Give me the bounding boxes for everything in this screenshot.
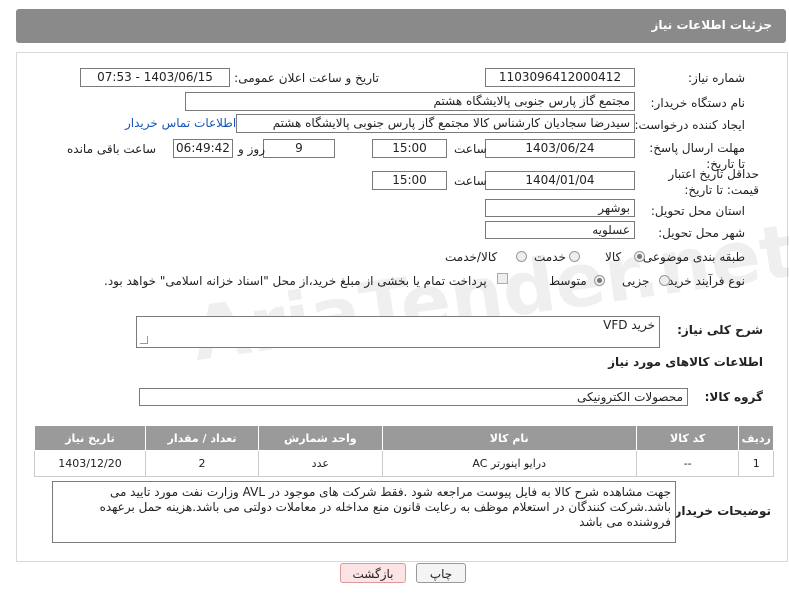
- goods-group-label: گروه کالا:: [704, 390, 763, 404]
- col-header-goods-code: کد کالا: [635, 425, 740, 451]
- province-field: بوشهر: [485, 199, 635, 217]
- buyer-contact-link[interactable]: اطلاعات تماس خریدار: [125, 116, 236, 130]
- treasury-payment-checkbox[interactable]: [497, 273, 508, 284]
- cell-unit: عدد: [258, 450, 383, 477]
- print-button[interactable]: چاپ: [416, 563, 466, 583]
- category-goods-radio[interactable]: [634, 251, 645, 262]
- process-label: نوع فرآیند خرید :: [660, 274, 745, 288]
- description-field: خرید VFD: [136, 316, 660, 348]
- reply-time-field: 15:00: [372, 139, 447, 158]
- process-minor-label: جزیی: [622, 274, 650, 288]
- announce-field: 1403/06/15 - 07:53: [80, 68, 230, 87]
- reply-date-field: 1403/06/24: [485, 139, 635, 158]
- table-row: 1 -- درایو اینورتر AC عدد 2 1403/12/20: [34, 450, 774, 477]
- cell-quantity: 2: [144, 450, 260, 477]
- col-header-row-number: ردیف: [738, 425, 774, 451]
- cell-need-date: 1403/12/20: [34, 450, 146, 477]
- back-button[interactable]: بازگشت: [340, 563, 406, 583]
- cell-goods-code: --: [635, 450, 740, 477]
- city-label: شهر محل تحویل:: [658, 226, 745, 240]
- remaining-time-field: 06:49:42: [173, 139, 233, 158]
- process-medium-label: متوسط: [549, 274, 587, 288]
- process-medium-radio[interactable]: [594, 275, 605, 286]
- creator-label: ایجاد کننده درخواست:: [634, 118, 745, 132]
- days-field: 9: [263, 139, 335, 158]
- price-validity-label: حداقل تاریخ اعتبار قیمت: تا تاریخ:: [668, 167, 759, 197]
- need-number-field: 1103096412000412: [485, 68, 635, 87]
- category-both-radio[interactable]: [516, 251, 527, 262]
- category-label: طبقه بندی موضوعی:: [638, 250, 745, 264]
- city-field: عسلویه: [485, 221, 635, 239]
- category-both-label: کالا/خدمت: [445, 250, 498, 264]
- buyer-org-field: مجتمع گاز پارس جنوبی پالایشگاه هشتم: [185, 92, 635, 111]
- price-time-label: ساعت: [454, 174, 487, 188]
- resize-handle[interactable]: [140, 336, 148, 344]
- description-text: خرید VFD: [603, 318, 655, 332]
- buyer-notes-text: جهت مشاهده شرح کالا به فایل پیوست مراجعه…: [99, 485, 671, 529]
- cell-goods-name: درایو اینورتر AC: [381, 450, 637, 477]
- goods-table: ردیف کد کالا نام کالا واحد شمارش تعداد /…: [34, 425, 774, 477]
- col-header-need-date: تاریخ نیاز: [34, 425, 146, 451]
- need-number-label: شماره نیاز:: [688, 71, 745, 85]
- process-minor-radio[interactable]: [659, 275, 670, 286]
- description-label: شرح کلی نیاز:: [677, 323, 763, 337]
- cell-row-number: 1: [738, 450, 774, 477]
- announce-label: تاریخ و ساعت اعلان عمومی:: [234, 71, 379, 85]
- price-date-field: 1404/01/04: [485, 171, 635, 190]
- reply-time-label: ساعت: [454, 142, 487, 156]
- remaining-label: ساعت باقی مانده: [67, 142, 157, 156]
- page-header: جزئیات اطلاعات نیاز: [16, 9, 786, 43]
- province-label: استان محل تحویل:: [650, 204, 745, 218]
- treasury-payment-note: پرداخت تمام یا بخشی از مبلغ خرید،از محل …: [104, 274, 487, 288]
- goods-group-field: محصولات الکترونیکی: [139, 388, 688, 406]
- goods-section-title: اطلاعات کالاهای مورد نیاز: [608, 355, 763, 369]
- category-service-label: خدمت: [534, 250, 566, 264]
- col-header-unit: واحد شمارش: [258, 425, 383, 451]
- buyer-org-label: نام دستگاه خریدار:: [650, 96, 746, 110]
- col-header-quantity: تعداد / مقدار: [144, 425, 260, 451]
- page-title: جزئیات اطلاعات نیاز: [651, 18, 772, 32]
- category-goods-label: کالا: [605, 250, 622, 264]
- buyer-notes-field: جهت مشاهده شرح کالا به فایل پیوست مراجعه…: [52, 481, 676, 543]
- creator-field: سیدرضا سجادیان کارشناس کالا مجتمع گاز پا…: [236, 114, 635, 133]
- days-label: روز و: [238, 142, 265, 156]
- category-service-radio[interactable]: [569, 251, 580, 262]
- col-header-goods-name: نام کالا: [381, 425, 637, 451]
- price-time-field: 15:00: [372, 171, 447, 190]
- table-header-row: ردیف کد کالا نام کالا واحد شمارش تعداد /…: [34, 425, 774, 451]
- buyer-notes-label: توضیحات خریدار:: [669, 504, 771, 518]
